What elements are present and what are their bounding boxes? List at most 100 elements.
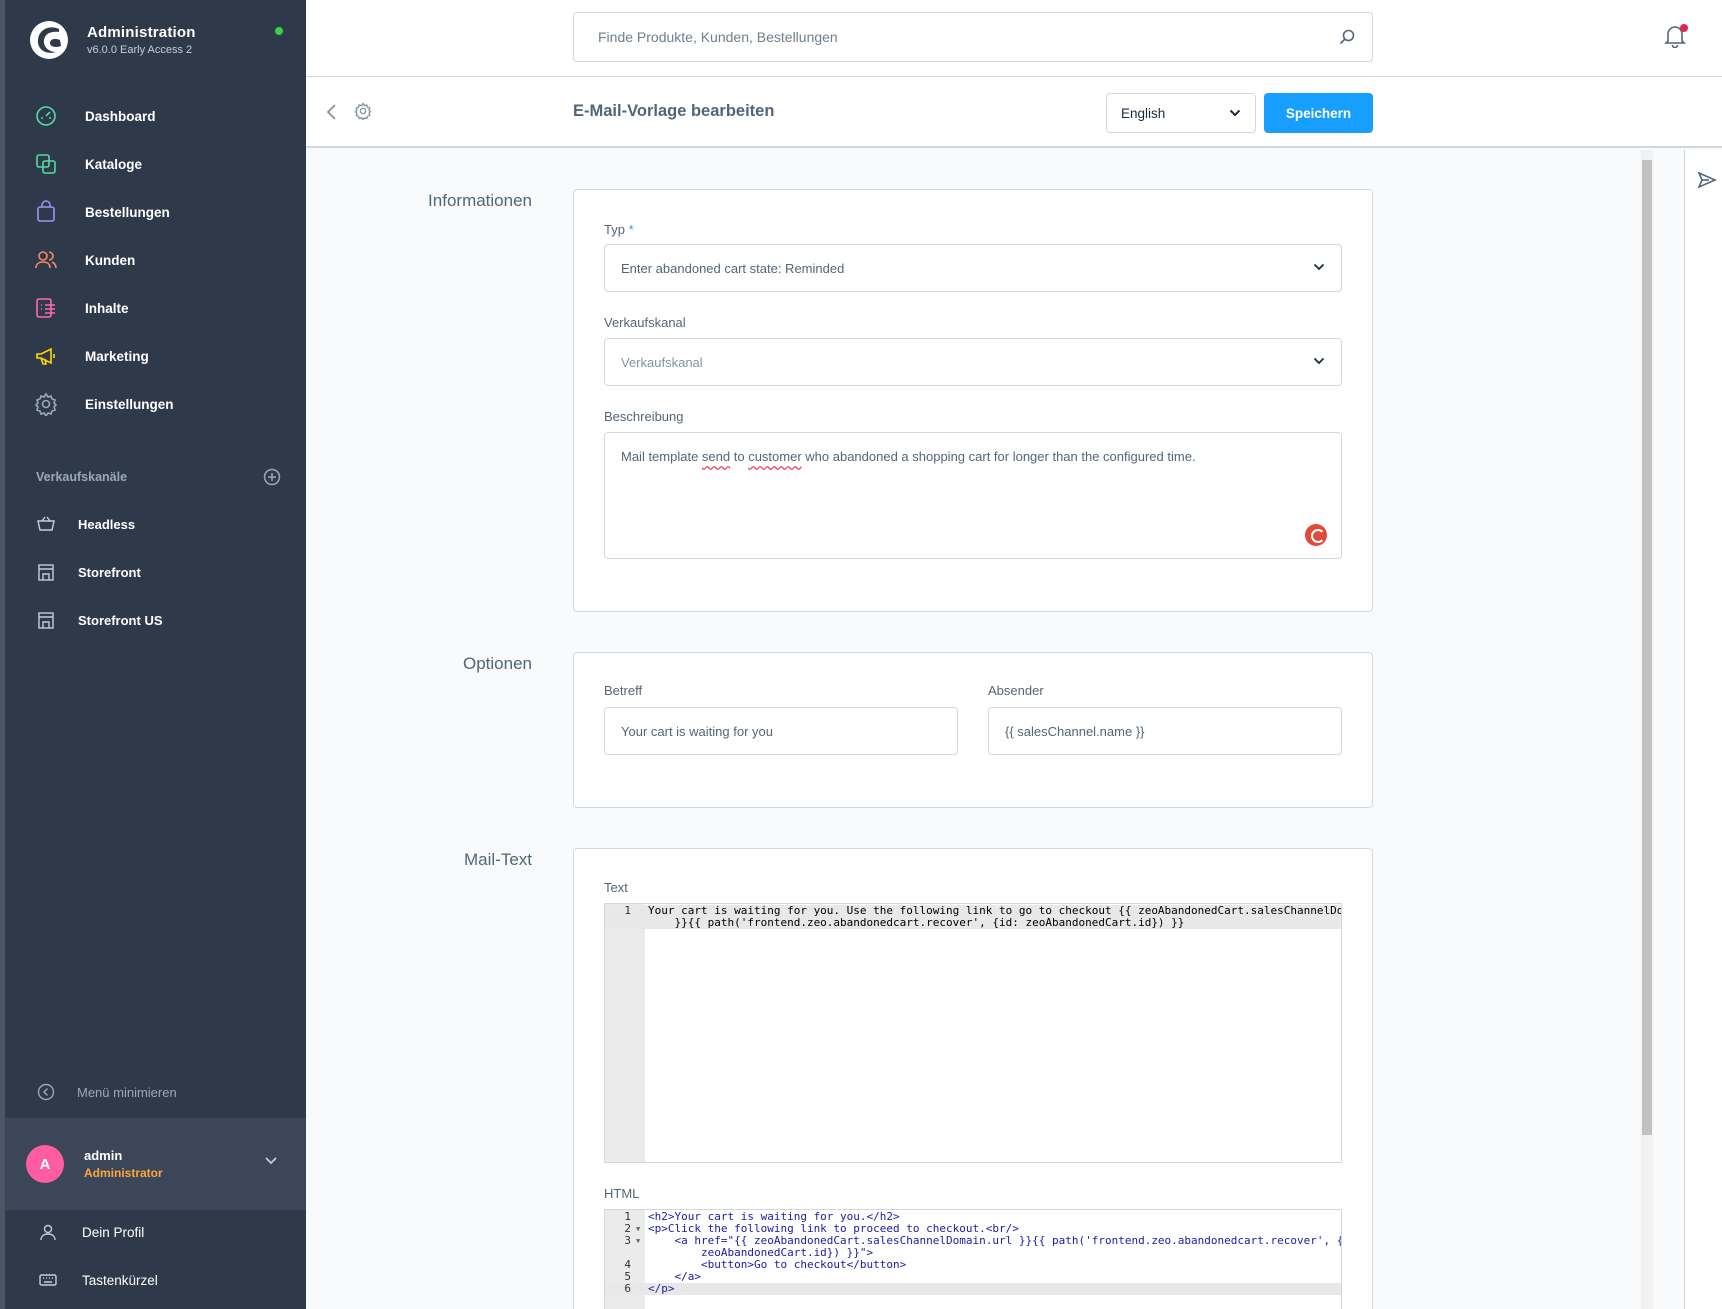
subject-value: Your cart is waiting for you bbox=[621, 723, 773, 739]
collapse-menu-button[interactable]: Menü minimieren bbox=[37, 1083, 177, 1101]
notification-badge bbox=[1680, 24, 1688, 32]
options-card: Betreff Your cart is waiting for you Abs… bbox=[573, 652, 1373, 808]
gear-icon bbox=[34, 392, 58, 416]
description-label: Beschreibung bbox=[604, 409, 684, 424]
user-icon bbox=[40, 1224, 56, 1241]
app-title: Administration bbox=[87, 24, 196, 41]
content-icon bbox=[36, 298, 55, 318]
top-bar bbox=[306, 0, 1722, 77]
sales-channel-placeholder: Verkaufskanal bbox=[621, 354, 703, 370]
storefront-icon bbox=[38, 564, 54, 581]
profile-label: Dein Profil bbox=[82, 1224, 145, 1240]
chevron-down-icon bbox=[1313, 263, 1325, 271]
admin-sidebar: Administration v6.0.0 Early Access 2 Das… bbox=[0, 0, 306, 1309]
page-title: E-Mail-Vorlage bearbeiten bbox=[573, 102, 775, 120]
nav-item-marketing[interactable]: Marketing bbox=[5, 332, 306, 380]
grammarly-icon[interactable] bbox=[1305, 524, 1327, 546]
send-mail-icon[interactable] bbox=[1697, 170, 1717, 190]
html-editor-label: HTML bbox=[604, 1186, 640, 1201]
chevron-down-icon bbox=[265, 1157, 277, 1165]
nav-item-content[interactable]: Inhalte bbox=[5, 284, 306, 332]
save-button[interactable]: Speichern bbox=[1264, 93, 1373, 133]
nav-label: Marketing bbox=[85, 348, 149, 364]
shopping-bag-icon bbox=[37, 200, 55, 222]
section-title-options: Optionen bbox=[463, 654, 532, 673]
nav-item-catalogues[interactable]: Kataloge bbox=[5, 140, 306, 188]
sales-channel-label: Headless bbox=[78, 516, 136, 532]
user-role: Administrator bbox=[84, 1166, 163, 1180]
nav-label: Einstellungen bbox=[85, 396, 174, 412]
customers-icon bbox=[35, 251, 57, 269]
code-line: 5 </a> bbox=[624, 1270, 701, 1283]
sales-channel-label: Verkaufskanal bbox=[604, 315, 686, 330]
search-input[interactable] bbox=[574, 13, 1324, 61]
type-select[interactable]: Enter abandoned cart state: Reminded bbox=[604, 244, 1342, 292]
sales-channel-storefront[interactable]: Storefront bbox=[5, 548, 306, 596]
nav-label: Dashboard bbox=[85, 108, 156, 124]
language-select[interactable]: English bbox=[1106, 93, 1256, 133]
nav-label: Bestellungen bbox=[85, 204, 170, 220]
sales-channels-list: Headless Storefront Storefront US bbox=[5, 500, 306, 644]
user-submenu: Dein Profil Tastenkürzel bbox=[5, 1208, 306, 1304]
storefront-icon bbox=[38, 612, 54, 629]
editor-gutter bbox=[605, 904, 645, 1162]
section-title-information: Informationen bbox=[428, 191, 532, 210]
sales-channel-storefront-us[interactable]: Storefront US bbox=[5, 596, 306, 644]
code-line: 6 </p> bbox=[605, 1283, 1341, 1295]
basket-icon bbox=[37, 516, 55, 531]
chevron-left-icon[interactable] bbox=[326, 103, 338, 121]
sales-channel-label: Storefront US bbox=[78, 612, 163, 628]
type-label: Typ * bbox=[604, 222, 634, 237]
code-line: 4 <button>Go to checkout</button> bbox=[624, 1258, 907, 1271]
shopware-logo-icon bbox=[30, 21, 68, 59]
sender-field[interactable]: {{ salesChannel.name }} bbox=[988, 707, 1342, 755]
shortcuts-link[interactable]: Tastenkürzel bbox=[5, 1256, 306, 1304]
megaphone-icon bbox=[36, 347, 55, 365]
brand[interactable]: Administration v6.0.0 Early Access 2 bbox=[29, 20, 196, 60]
code-line: }}{{ path('frontend.zeo.abandonedcart.re… bbox=[605, 917, 1341, 929]
subject-field[interactable]: Your cart is waiting for you bbox=[604, 707, 958, 755]
avatar: A bbox=[26, 1145, 64, 1183]
profile-link[interactable]: Dein Profil bbox=[5, 1208, 306, 1256]
keyboard-icon bbox=[39, 1274, 57, 1286]
sales-channel-label: Storefront bbox=[78, 564, 141, 580]
language-value: English bbox=[1121, 105, 1166, 121]
sales-channel-select[interactable]: Verkaufskanal bbox=[604, 338, 1342, 386]
chevron-down-icon bbox=[1229, 109, 1241, 117]
information-card: Typ * Enter abandoned cart state: Remind… bbox=[573, 189, 1373, 612]
sales-channels-header: Verkaufskanäle bbox=[36, 468, 281, 486]
plain-text-code-editor[interactable]: 1 Your cart is waiting for you. Use the f… bbox=[604, 903, 1342, 1163]
section-title-mail-text: Mail-Text bbox=[463, 850, 532, 869]
user-name: admin bbox=[84, 1148, 123, 1163]
nav-label: Kunden bbox=[85, 252, 136, 268]
nav-label: Inhalte bbox=[85, 300, 129, 316]
nav-label: Kataloge bbox=[85, 156, 143, 172]
scrollbar-thumb[interactable] bbox=[1642, 160, 1652, 1135]
type-value: Enter abandoned cart state: Reminded bbox=[621, 260, 845, 276]
sales-channel-headless[interactable]: Headless bbox=[5, 500, 306, 548]
text-editor-label: Text bbox=[604, 880, 628, 895]
online-status-dot bbox=[275, 27, 283, 35]
user-menu-toggle[interactable]: A admin Administrator bbox=[5, 1118, 306, 1210]
dashboard-icon bbox=[36, 106, 56, 126]
sender-label: Absender bbox=[988, 683, 1044, 698]
chevron-left-circle-icon bbox=[37, 1083, 55, 1101]
collapse-menu-label: Menü minimieren bbox=[77, 1084, 177, 1100]
search-icon[interactable] bbox=[1338, 28, 1356, 46]
right-sidebar bbox=[1684, 150, 1722, 1309]
mail-text-card: Text 1 Your cart is waiting for you. Use … bbox=[573, 848, 1373, 1309]
main-navigation: Dashboard Kataloge Bestellungen Kunden I… bbox=[5, 92, 306, 428]
nav-item-customers[interactable]: Kunden bbox=[5, 236, 306, 284]
nav-item-orders[interactable]: Bestellungen bbox=[5, 188, 306, 236]
nav-item-settings[interactable]: Einstellungen bbox=[5, 380, 306, 428]
gear-icon[interactable] bbox=[354, 102, 372, 120]
add-sales-channel-icon[interactable] bbox=[263, 468, 281, 486]
description-textarea[interactable]: Mail template send to customer who aband… bbox=[604, 432, 1342, 559]
subject-label: Betreff bbox=[604, 683, 643, 698]
sales-channels-title: Verkaufskanäle bbox=[36, 470, 128, 484]
nav-item-dashboard[interactable]: Dashboard bbox=[5, 92, 306, 140]
sender-value: {{ salesChannel.name }} bbox=[1005, 723, 1145, 739]
global-search bbox=[573, 12, 1373, 62]
html-code-editor[interactable]: 1 <h2>Your cart is waiting for you.</h2> … bbox=[604, 1209, 1342, 1309]
app-version: v6.0.0 Early Access 2 bbox=[87, 44, 193, 56]
